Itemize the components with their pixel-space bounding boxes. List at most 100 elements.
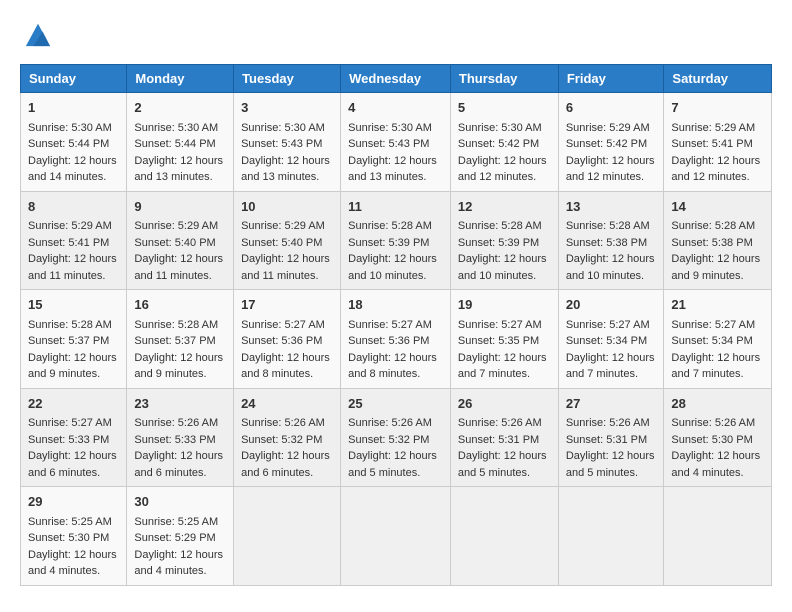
sunset: Sunset: 5:33 PM [134, 434, 215, 446]
sunrise: Sunrise: 5:25 AM [28, 516, 112, 528]
sunrise: Sunrise: 5:26 AM [566, 417, 650, 429]
day-number: 21 [671, 295, 764, 315]
daylight: Daylight: 12 hours and 4 minutes. [671, 450, 760, 479]
calendar-weekday-wednesday: Wednesday [341, 65, 451, 93]
sunrise: Sunrise: 5:27 AM [671, 319, 755, 331]
sunset: Sunset: 5:31 PM [458, 434, 539, 446]
day-number: 20 [566, 295, 657, 315]
daylight: Daylight: 12 hours and 5 minutes. [458, 450, 547, 479]
calendar-cell [450, 487, 558, 586]
day-number: 8 [28, 197, 119, 217]
daylight: Daylight: 12 hours and 12 minutes. [458, 155, 547, 184]
calendar-header-row: SundayMondayTuesdayWednesdayThursdayFrid… [21, 65, 772, 93]
sunrise: Sunrise: 5:28 AM [671, 220, 755, 232]
day-number: 26 [458, 394, 551, 414]
sunset: Sunset: 5:38 PM [671, 237, 752, 249]
day-number: 5 [458, 98, 551, 118]
sunset: Sunset: 5:43 PM [241, 138, 322, 150]
calendar-cell: 4Sunrise: 5:30 AMSunset: 5:43 PMDaylight… [341, 93, 451, 192]
daylight: Daylight: 12 hours and 5 minutes. [566, 450, 655, 479]
day-number: 10 [241, 197, 333, 217]
day-number: 17 [241, 295, 333, 315]
daylight: Daylight: 12 hours and 10 minutes. [348, 253, 437, 282]
sunrise: Sunrise: 5:29 AM [241, 220, 325, 232]
sunrise: Sunrise: 5:30 AM [458, 122, 542, 134]
daylight: Daylight: 12 hours and 4 minutes. [134, 549, 223, 578]
calendar-cell: 23Sunrise: 5:26 AMSunset: 5:33 PMDayligh… [127, 388, 234, 487]
calendar-week-row: 1 Sunrise: 5:30 AM Sunset: 5:44 PM Daylight… [21, 93, 772, 192]
sunset: Sunset: 5:39 PM [458, 237, 539, 249]
calendar-cell: 27 Sunrise: 5:26 AM Sunset: 5:31 PM Dayligh… [558, 388, 664, 487]
calendar-cell: 15Sunrise: 5:28 AMSunset: 5:37 PMDayligh… [21, 290, 127, 389]
sunrise: Sunrise: 5:30 AM [348, 122, 432, 134]
calendar-cell: 26Sunrise: 5:26 AMSunset: 5:31 PMDayligh… [450, 388, 558, 487]
calendar-cell: 3Sunrise: 5:30 AMSunset: 5:43 PMDaylight… [234, 93, 341, 192]
day-number: 22 [28, 394, 119, 414]
daylight: Daylight: 12 hours and 4 minutes. [28, 549, 117, 578]
sunrise: Sunrise: 5:27 AM [566, 319, 650, 331]
daylight: Daylight: 12 hours and 6 minutes. [28, 450, 117, 479]
calendar-cell: 29Sunrise: 5:25 AMSunset: 5:30 PMDayligh… [21, 487, 127, 586]
sunrise: Sunrise: 5:27 AM [241, 319, 325, 331]
sunrise: Sunrise: 5:30 AM [241, 122, 325, 134]
day-number: 1 [28, 98, 119, 118]
sunrise: Sunrise: 5:28 AM [134, 319, 218, 331]
sunset: Sunset: 5:44 PM [134, 138, 215, 150]
calendar-cell: 11Sunrise: 5:28 AMSunset: 5:39 PMDayligh… [341, 191, 451, 290]
sunrise: Sunrise: 5:27 AM [458, 319, 542, 331]
sunset: Sunset: 5:32 PM [241, 434, 322, 446]
sunrise: Sunrise: 5:29 AM [566, 122, 650, 134]
sunrise: Sunrise: 5:26 AM [241, 417, 325, 429]
sunrise: Sunrise: 5:26 AM [348, 417, 432, 429]
sunset: Sunset: 5:39 PM [348, 237, 429, 249]
calendar-week-row: 15Sunrise: 5:28 AMSunset: 5:37 PMDayligh… [21, 290, 772, 389]
calendar-cell: 17Sunrise: 5:27 AMSunset: 5:36 PMDayligh… [234, 290, 341, 389]
logo-icon [24, 20, 52, 48]
sunset: Sunset: 5:31 PM [566, 434, 647, 446]
sunset: Sunset: 5:43 PM [348, 138, 429, 150]
calendar-cell: 20Sunrise: 5:27 AMSunset: 5:34 PMDayligh… [558, 290, 664, 389]
calendar-weekday-friday: Friday [558, 65, 664, 93]
calendar-cell: 2Sunrise: 5:30 AMSunset: 5:44 PMDaylight… [127, 93, 234, 192]
daylight: Daylight: 12 hours and 12 minutes. [671, 155, 760, 184]
sunset: Sunset: 5:34 PM [671, 335, 752, 347]
day-number: 27 [566, 394, 657, 414]
day-number: 12 [458, 197, 551, 217]
sunset: Sunset: 5:38 PM [566, 237, 647, 249]
calendar-weekday-thursday: Thursday [450, 65, 558, 93]
sunrise: Sunrise: 5:26 AM [134, 417, 218, 429]
sunrise: Sunrise: 5:28 AM [28, 319, 112, 331]
calendar-cell: 5Sunrise: 5:30 AMSunset: 5:42 PMDaylight… [450, 93, 558, 192]
day-number: 7 [671, 98, 764, 118]
sunrise: Sunrise: 5:28 AM [348, 220, 432, 232]
day-number: 3 [241, 98, 333, 118]
sunrise: Sunrise: 5:25 AM [134, 516, 218, 528]
day-number: 24 [241, 394, 333, 414]
calendar-table: SundayMondayTuesdayWednesdayThursdayFrid… [20, 64, 772, 586]
sunset: Sunset: 5:40 PM [241, 237, 322, 249]
daylight: Daylight: 12 hours and 11 minutes. [134, 253, 223, 282]
daylight: Daylight: 12 hours and 9 minutes. [671, 253, 760, 282]
sunset: Sunset: 5:40 PM [134, 237, 215, 249]
sunset: Sunset: 5:36 PM [241, 335, 322, 347]
daylight: Daylight: 12 hours and 8 minutes. [348, 352, 437, 381]
day-number: 18 [348, 295, 443, 315]
daylight: Daylight: 12 hours and 11 minutes. [28, 253, 117, 282]
calendar-week-row: 29Sunrise: 5:25 AMSunset: 5:30 PMDayligh… [21, 487, 772, 586]
daylight: Daylight: 12 hours and 10 minutes. [566, 253, 655, 282]
calendar-cell: 8Sunrise: 5:29 AMSunset: 5:41 PMDaylight… [21, 191, 127, 290]
sunrise: Sunrise: 5:30 AM [28, 122, 112, 134]
calendar-weekday-tuesday: Tuesday [234, 65, 341, 93]
daylight: Daylight: 12 hours and 9 minutes. [28, 352, 117, 381]
sunrise: Sunrise: 5:28 AM [566, 220, 650, 232]
calendar-week-row: 8Sunrise: 5:29 AMSunset: 5:41 PMDaylight… [21, 191, 772, 290]
calendar-cell: 24Sunrise: 5:26 AMSunset: 5:32 PMDayligh… [234, 388, 341, 487]
day-number: 9 [134, 197, 226, 217]
calendar-cell: 28Sunrise: 5:26 AMSunset: 5:30 PMDayligh… [664, 388, 772, 487]
sunset: Sunset: 5:36 PM [348, 335, 429, 347]
day-number: 25 [348, 394, 443, 414]
sunset: Sunset: 5:30 PM [28, 532, 109, 544]
calendar-cell: 7Sunrise: 5:29 AMSunset: 5:41 PMDaylight… [664, 93, 772, 192]
day-number: 15 [28, 295, 119, 315]
daylight: Daylight: 12 hours and 7 minutes. [671, 352, 760, 381]
